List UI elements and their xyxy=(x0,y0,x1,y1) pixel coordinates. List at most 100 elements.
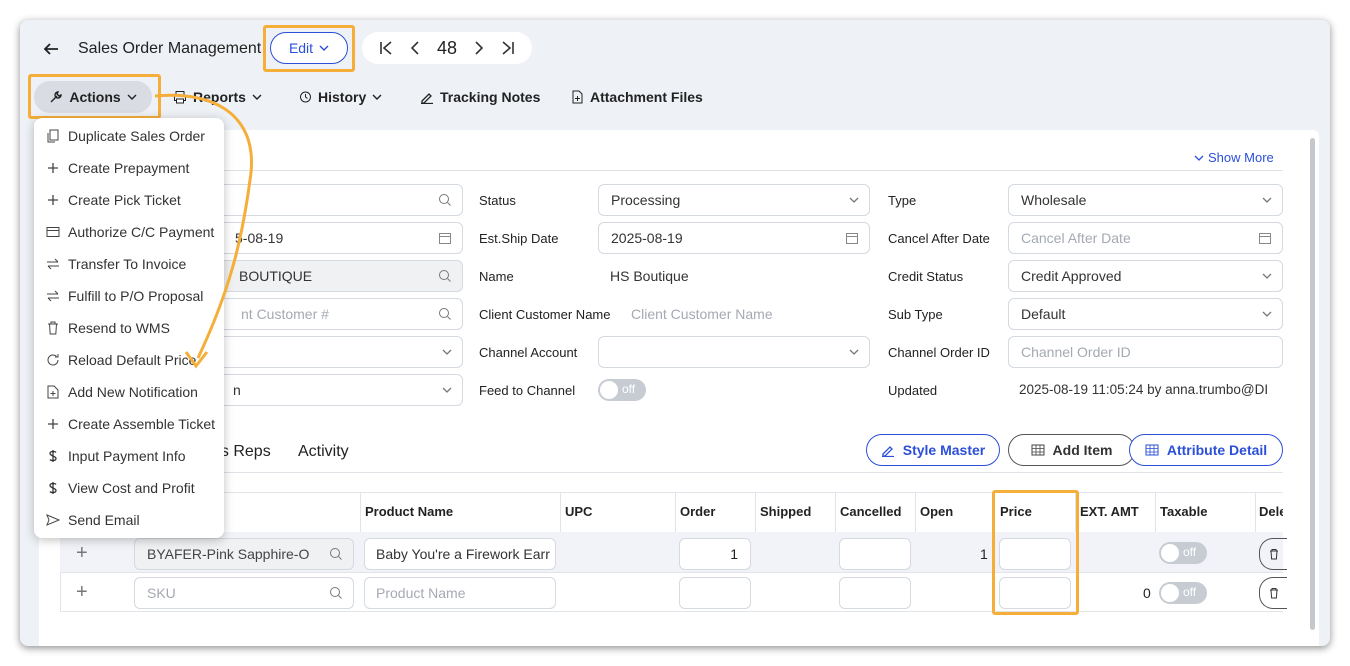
table-icon xyxy=(1031,444,1045,456)
order-qty-value: 1 xyxy=(730,546,738,562)
calendar-icon[interactable] xyxy=(438,231,452,248)
col-header-ext-amt: EXT. AMT xyxy=(1080,504,1139,519)
trash-icon xyxy=(1269,548,1279,560)
transfer-icon xyxy=(46,290,60,302)
product-name-value: Baby You're a Firework Earr xyxy=(376,546,550,562)
col-header-order: Order xyxy=(680,504,716,519)
menu-item-send-email[interactable]: Send Email xyxy=(46,510,140,530)
col-header-product-name: Product Name xyxy=(365,504,454,519)
est-ship-date-value: 2025-08-19 xyxy=(611,230,683,246)
previous-record-icon[interactable] xyxy=(410,40,420,56)
attachment-files-label: Attachment Files xyxy=(590,89,703,105)
cancel-after-date-placeholder: Cancel After Date xyxy=(1021,230,1131,246)
menu-item-add-new-notification[interactable]: Add New Notification xyxy=(46,382,198,402)
tab-activity[interactable]: Activity xyxy=(298,443,349,461)
menu-item-label: Send Email xyxy=(68,512,140,528)
menu-item-input-payment-info[interactable]: Input Payment Info xyxy=(46,446,186,466)
menu-item-view-cost-and-profit[interactable]: View Cost and Profit xyxy=(46,478,195,498)
chevron-down-icon xyxy=(127,93,137,101)
search-icon[interactable] xyxy=(329,586,343,603)
chevron-down-icon xyxy=(442,345,452,359)
show-more-label: Show More xyxy=(1208,150,1274,165)
table-icon xyxy=(1145,444,1159,456)
est-ship-date-field[interactable]: 2025-08-19 xyxy=(598,222,870,254)
tracking-notes-button[interactable]: Tracking Notes xyxy=(420,86,540,108)
history-menu[interactable]: History xyxy=(298,86,382,108)
first-record-icon[interactable] xyxy=(379,40,393,56)
taxable-toggle[interactable]: off xyxy=(1159,542,1207,564)
cancel-after-date-field[interactable]: Cancel After Date xyxy=(1008,222,1283,254)
cancelled-qty-input[interactable] xyxy=(839,538,911,570)
edit-button[interactable]: Edit xyxy=(270,32,348,64)
col-header-open: Open xyxy=(920,504,954,519)
add-item-button[interactable]: Add Item xyxy=(1008,434,1135,466)
actions-button[interactable]: Actions xyxy=(34,81,152,113)
style-master-button[interactable]: Style Master xyxy=(866,434,1000,466)
type-select[interactable]: Wholesale xyxy=(1008,184,1283,216)
toggle-state: off xyxy=(622,382,636,396)
channel-account-select[interactable] xyxy=(598,336,870,368)
trash-icon xyxy=(1269,587,1279,599)
edit-label: Edit xyxy=(288,40,314,56)
feed-to-channel-toggle[interactable]: off xyxy=(598,379,646,401)
expand-row-icon[interactable]: + xyxy=(76,581,88,604)
back-arrow-icon[interactable] xyxy=(40,38,62,60)
copy-icon xyxy=(46,129,60,143)
delete-row-button[interactable] xyxy=(1259,577,1287,609)
status-select[interactable]: Processing xyxy=(598,184,870,216)
sub-type-select[interactable]: Default xyxy=(1008,298,1283,330)
order-qty-input[interactable] xyxy=(679,577,751,609)
reload-icon xyxy=(46,353,60,367)
dollar-icon xyxy=(46,481,60,495)
product-name-field[interactable]: Baby You're a Firework Earr xyxy=(364,538,556,570)
menu-item-create-assemble-ticket[interactable]: Create Assemble Ticket xyxy=(46,414,215,434)
plus-icon xyxy=(46,194,60,206)
col-header-upc: UPC xyxy=(565,504,593,519)
credit-status-label: Credit Status xyxy=(888,269,964,284)
page-title: Sales Order Management xyxy=(78,40,262,57)
left-select-field-2[interactable]: n xyxy=(200,374,463,406)
menu-item-label: Create Assemble Ticket xyxy=(68,416,216,432)
attachment-files-button[interactable]: Attachment Files xyxy=(570,86,703,108)
channel-order-id-placeholder: Channel Order ID xyxy=(1021,344,1131,360)
taxable-toggle[interactable]: off xyxy=(1159,582,1207,604)
calendar-icon[interactable] xyxy=(1258,231,1272,248)
col-divider xyxy=(1155,492,1156,532)
sku-field[interactable]: SKU xyxy=(134,577,354,609)
search-icon[interactable] xyxy=(438,193,452,210)
est-ship-date-label: Est.Ship Date xyxy=(479,231,559,246)
actions-label: Actions xyxy=(69,89,121,105)
open-qty-value: 1 xyxy=(980,546,988,562)
channel-order-id-field[interactable]: Channel Order ID xyxy=(1008,336,1283,368)
search-icon[interactable] xyxy=(438,307,452,324)
sku-field[interactable]: BYAFER-Pink Sapphire-O xyxy=(134,538,354,570)
send-icon xyxy=(46,514,60,526)
left-select-value: n xyxy=(233,382,241,398)
delete-row-button[interactable] xyxy=(1259,538,1287,570)
chevron-down-icon xyxy=(319,44,329,52)
credit-status-select[interactable]: Credit Approved xyxy=(1008,260,1283,292)
client-customer-name-input[interactable]: Client Customer Name xyxy=(631,306,773,322)
vertical-scrollbar[interactable] xyxy=(1310,138,1315,630)
last-record-icon[interactable] xyxy=(501,40,515,56)
col-divider xyxy=(915,492,916,532)
row-divider xyxy=(60,572,1283,573)
calendar-icon[interactable] xyxy=(845,231,859,248)
col-divider xyxy=(675,492,676,532)
record-navigator: 48 xyxy=(362,32,532,64)
col-divider xyxy=(835,492,836,532)
product-name-field[interactable]: Product Name xyxy=(364,577,556,609)
cancelled-qty-input[interactable] xyxy=(839,577,911,609)
search-icon[interactable] xyxy=(329,547,343,564)
client-customer-name-label: Client Customer Name xyxy=(479,307,611,322)
order-qty-input[interactable]: 1 xyxy=(679,538,751,570)
updated-value: 2025-08-19 11:05:24 by anna.trumbo@DI xyxy=(1019,382,1269,397)
show-more-link[interactable]: Show More xyxy=(1194,150,1274,165)
cancel-after-date-label: Cancel After Date xyxy=(888,231,990,246)
search-icon[interactable] xyxy=(438,269,452,286)
plus-icon xyxy=(46,162,60,174)
next-record-icon[interactable] xyxy=(474,40,484,56)
expand-row-icon[interactable]: + xyxy=(76,542,88,565)
chevron-down-icon xyxy=(1262,307,1272,321)
attribute-detail-button[interactable]: Attribute Detail xyxy=(1129,434,1283,466)
